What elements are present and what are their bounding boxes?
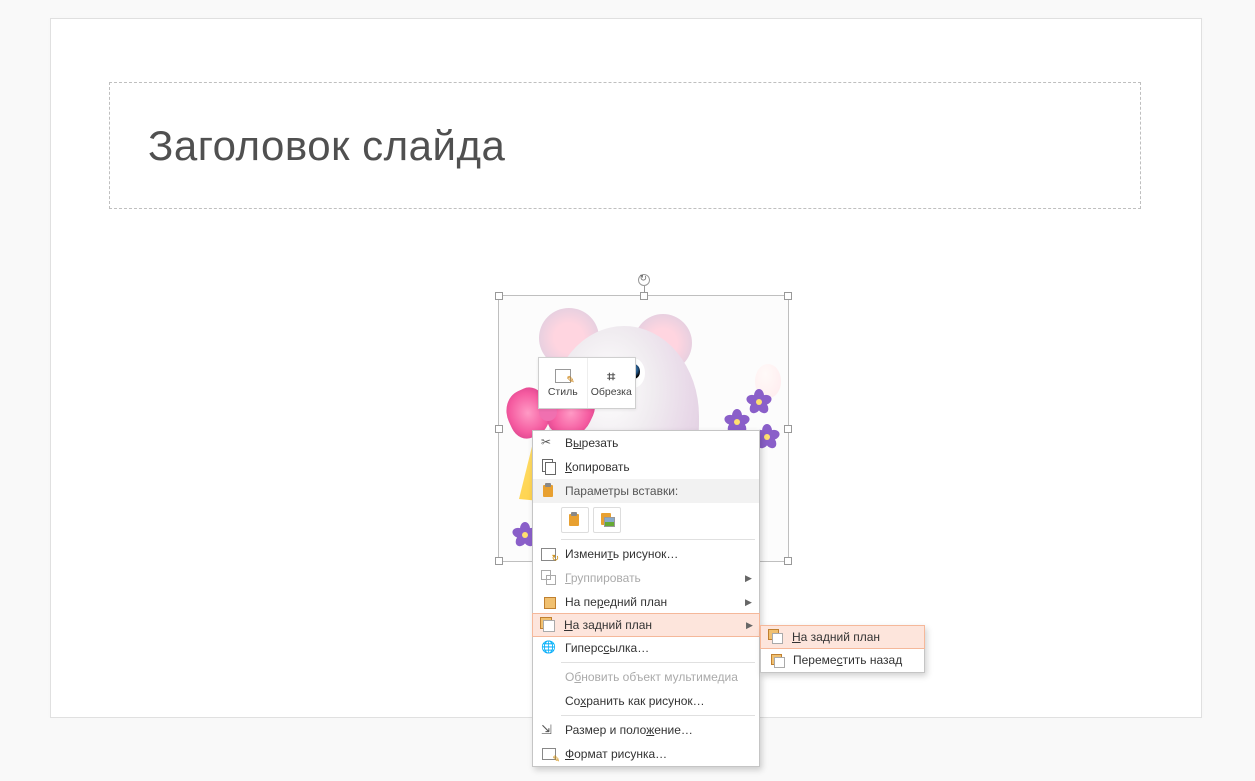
send-backward-icon [769,652,785,668]
crop-label: Обрезка [591,386,632,398]
change-picture-icon [541,546,557,562]
bring-front-icon [541,594,557,610]
menu-paste-header: Параметры вставки: [533,479,759,503]
group-label: Группировать [561,571,745,585]
send-to-back-label: На задний план [788,630,921,644]
crop-icon: ⌗ [602,368,620,384]
context-menu: Вырезать Копировать Параметры вставки: И… [532,430,760,767]
group-icon [541,570,557,586]
menu-separator [561,662,755,663]
crop-button[interactable]: ⌗ Обрезка [588,358,636,408]
submenu-send-to-back[interactable]: На задний план [760,625,925,649]
size-position-label: Размер и положение… [561,723,755,737]
title-text: Заголовок слайда [148,122,505,170]
bring-front-label: На передний план [561,595,745,609]
menu-cut[interactable]: Вырезать [533,431,759,455]
submenu-arrow-icon: ▶ [746,620,756,631]
send-backward-label: Переместить назад [789,653,920,667]
update-media-label: Обновить объект мультимедиа [561,670,755,684]
paste-picture-icon [599,512,615,528]
menu-format-picture[interactable]: Формат рисунка… [533,742,759,766]
paste-options-row [533,503,759,537]
format-picture-label: Формат рисунка… [561,747,755,761]
hyperlink-icon [541,640,557,656]
title-placeholder[interactable]: Заголовок слайда [109,82,1141,209]
send-back-label: На задний план [560,618,746,632]
style-button[interactable]: Стиль [539,358,588,408]
paste-option-default[interactable] [561,507,589,533]
format-picture-icon [541,746,557,762]
menu-change-picture[interactable]: Изменить рисунок… [533,542,759,566]
cut-label: Вырезать [561,436,755,450]
send-to-back-icon [768,629,784,645]
picture-style-icon [554,368,572,384]
menu-separator [561,539,755,540]
hyperlink-label: Гиперссылка… [561,641,755,655]
menu-group: Группировать ▶ [533,566,759,590]
change-picture-label: Изменить рисунок… [561,547,755,561]
paste-icon [541,483,557,499]
submenu-send-backward[interactable]: Переместить назад [761,648,924,672]
size-position-icon [541,722,557,738]
rotate-handle[interactable] [638,274,650,286]
copy-label: Копировать [561,460,755,474]
save-picture-label: Сохранить как рисунок… [561,694,755,708]
submenu-arrow-icon: ▶ [745,597,755,608]
send-back-submenu: На задний план Переместить назад [760,625,925,673]
menu-send-back[interactable]: На задний план ▶ [532,613,760,637]
send-back-icon [540,617,556,633]
cut-icon [541,435,557,451]
menu-size-position[interactable]: Размер и положение… [533,718,759,742]
menu-separator [561,715,755,716]
menu-update-media: Обновить объект мультимедиа [533,665,759,689]
menu-hyperlink[interactable]: Гиперссылка… [533,636,759,660]
menu-copy[interactable]: Копировать [533,455,759,479]
paste-header-label: Параметры вставки: [561,484,755,498]
mini-toolbar: Стиль ⌗ Обрезка [538,357,636,409]
copy-icon [541,459,557,475]
paste-default-icon [567,512,583,528]
menu-bring-front[interactable]: На передний план ▶ [533,590,759,614]
menu-save-as-picture[interactable]: Сохранить как рисунок… [533,689,759,713]
style-label: Стиль [548,386,578,398]
paste-option-picture[interactable] [593,507,621,533]
submenu-arrow-icon: ▶ [745,573,755,584]
